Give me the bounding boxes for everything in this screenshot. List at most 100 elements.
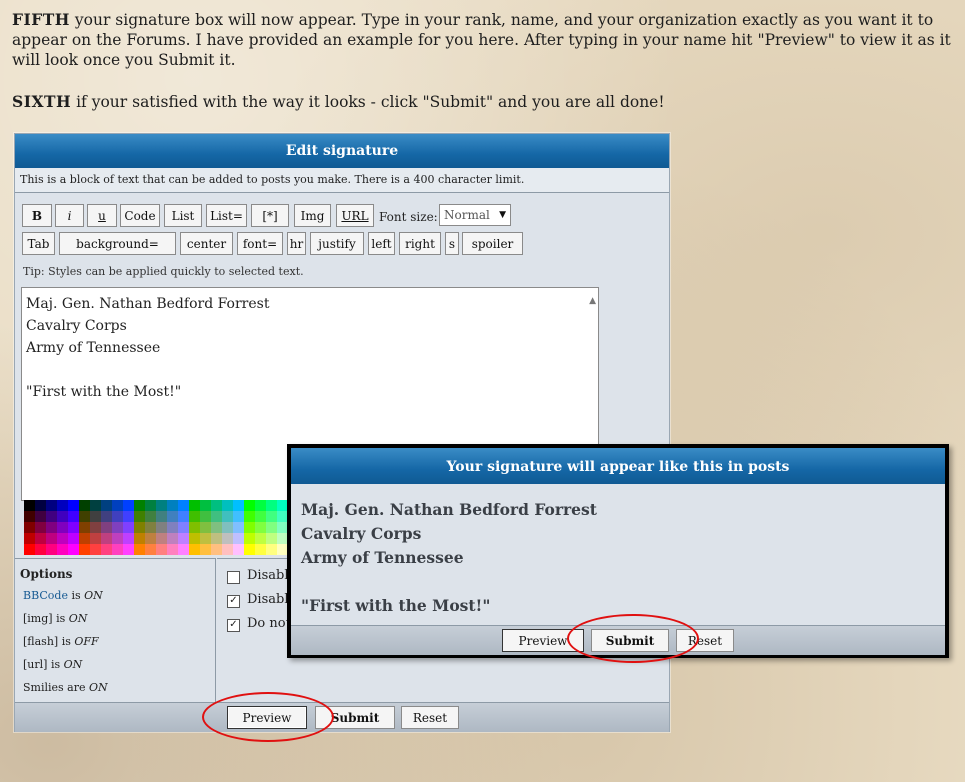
color-swatch[interactable]: [112, 500, 123, 511]
color-swatch[interactable]: [266, 544, 277, 555]
color-swatch[interactable]: [222, 511, 233, 522]
spoiler-button[interactable]: spoiler: [462, 232, 523, 255]
color-swatch[interactable]: [266, 522, 277, 533]
color-swatch[interactable]: [200, 544, 211, 555]
color-swatch[interactable]: [24, 511, 35, 522]
color-swatch[interactable]: [244, 500, 255, 511]
color-swatch[interactable]: [233, 544, 244, 555]
color-swatch[interactable]: [46, 500, 57, 511]
color-swatch[interactable]: [35, 511, 46, 522]
justify-button[interactable]: justify: [310, 232, 364, 255]
color-swatch[interactable]: [101, 511, 112, 522]
scroll-up-icon[interactable]: ▲: [589, 290, 596, 312]
color-swatch[interactable]: [255, 500, 266, 511]
color-swatch[interactable]: [90, 511, 101, 522]
color-swatch[interactable]: [167, 500, 178, 511]
color-swatch[interactable]: [222, 522, 233, 533]
color-swatch[interactable]: [244, 544, 255, 555]
color-swatch[interactable]: [57, 544, 68, 555]
color-swatch[interactable]: [167, 544, 178, 555]
color-swatch[interactable]: [255, 522, 266, 533]
font-size-select[interactable]: Normal ▼: [439, 204, 511, 226]
color-swatch[interactable]: [189, 500, 200, 511]
color-swatch[interactable]: [68, 544, 79, 555]
color-swatch[interactable]: [156, 511, 167, 522]
color-swatch[interactable]: [90, 522, 101, 533]
color-swatch[interactable]: [167, 511, 178, 522]
color-swatch[interactable]: [134, 500, 145, 511]
color-swatch[interactable]: [233, 500, 244, 511]
preview-popup-submit-button[interactable]: Submit: [591, 629, 669, 652]
color-swatch[interactable]: [211, 522, 222, 533]
color-swatch[interactable]: [255, 533, 266, 544]
color-swatch[interactable]: [134, 544, 145, 555]
color-swatch[interactable]: [266, 500, 277, 511]
color-swatch[interactable]: [123, 544, 134, 555]
color-swatch[interactable]: [57, 511, 68, 522]
color-swatch[interactable]: [101, 544, 112, 555]
color-swatch[interactable]: [233, 533, 244, 544]
color-swatch[interactable]: [145, 522, 156, 533]
italic-button[interactable]: i: [55, 204, 84, 227]
color-swatch[interactable]: [90, 544, 101, 555]
color-swatch[interactable]: [244, 522, 255, 533]
underline-button[interactable]: u: [87, 204, 117, 227]
bbcode-link[interactable]: BBCode: [23, 589, 68, 602]
color-swatch[interactable]: [112, 522, 123, 533]
color-swatch[interactable]: [79, 522, 90, 533]
code-button[interactable]: Code: [120, 204, 160, 227]
color-swatch[interactable]: [101, 522, 112, 533]
color-swatch[interactable]: [68, 522, 79, 533]
do-not-parse-urls-checkbox[interactable]: ✓: [227, 619, 240, 632]
list-item-button[interactable]: [*]: [251, 204, 289, 227]
color-swatch[interactable]: [79, 511, 90, 522]
color-swatch[interactable]: [266, 511, 277, 522]
color-swatch[interactable]: [68, 511, 79, 522]
bold-button[interactable]: B: [22, 204, 52, 227]
submit-button[interactable]: Submit: [315, 706, 395, 729]
color-swatch[interactable]: [35, 522, 46, 533]
color-swatch[interactable]: [222, 544, 233, 555]
color-swatch[interactable]: [255, 544, 266, 555]
url-button[interactable]: URL: [336, 204, 374, 227]
color-swatch[interactable]: [145, 511, 156, 522]
color-swatch[interactable]: [178, 500, 189, 511]
color-swatch[interactable]: [90, 500, 101, 511]
color-swatch[interactable]: [24, 533, 35, 544]
color-swatch[interactable]: [24, 500, 35, 511]
list-numbered-button[interactable]: List=: [206, 204, 247, 227]
background-button[interactable]: background=: [59, 232, 176, 255]
color-swatch[interactable]: [68, 533, 79, 544]
color-swatch[interactable]: [211, 500, 222, 511]
color-swatch[interactable]: [200, 500, 211, 511]
reset-button[interactable]: Reset: [401, 706, 459, 729]
disable-bbcode-checkbox[interactable]: [227, 571, 240, 584]
color-swatch[interactable]: [123, 500, 134, 511]
font-button[interactable]: font=: [237, 232, 283, 255]
color-swatch[interactable]: [35, 500, 46, 511]
color-swatch[interactable]: [200, 533, 211, 544]
color-swatch[interactable]: [24, 522, 35, 533]
preview-popup-preview-button[interactable]: Preview: [502, 629, 584, 652]
color-swatch[interactable]: [178, 544, 189, 555]
strike-button[interactable]: s: [445, 232, 459, 255]
color-swatch[interactable]: [189, 533, 200, 544]
color-swatch[interactable]: [167, 522, 178, 533]
color-swatch[interactable]: [200, 511, 211, 522]
color-swatch[interactable]: [178, 522, 189, 533]
color-swatch[interactable]: [145, 500, 156, 511]
color-swatch[interactable]: [79, 544, 90, 555]
color-swatch[interactable]: [211, 544, 222, 555]
color-swatch[interactable]: [101, 500, 112, 511]
color-swatch[interactable]: [156, 544, 167, 555]
color-swatch[interactable]: [233, 511, 244, 522]
color-swatch[interactable]: [112, 544, 123, 555]
color-swatch[interactable]: [112, 533, 123, 544]
tab-button[interactable]: Tab: [22, 232, 55, 255]
color-swatch[interactable]: [222, 533, 233, 544]
color-swatch[interactable]: [79, 533, 90, 544]
color-swatch[interactable]: [24, 544, 35, 555]
color-swatch[interactable]: [211, 533, 222, 544]
color-swatch[interactable]: [233, 522, 244, 533]
color-swatch[interactable]: [200, 522, 211, 533]
